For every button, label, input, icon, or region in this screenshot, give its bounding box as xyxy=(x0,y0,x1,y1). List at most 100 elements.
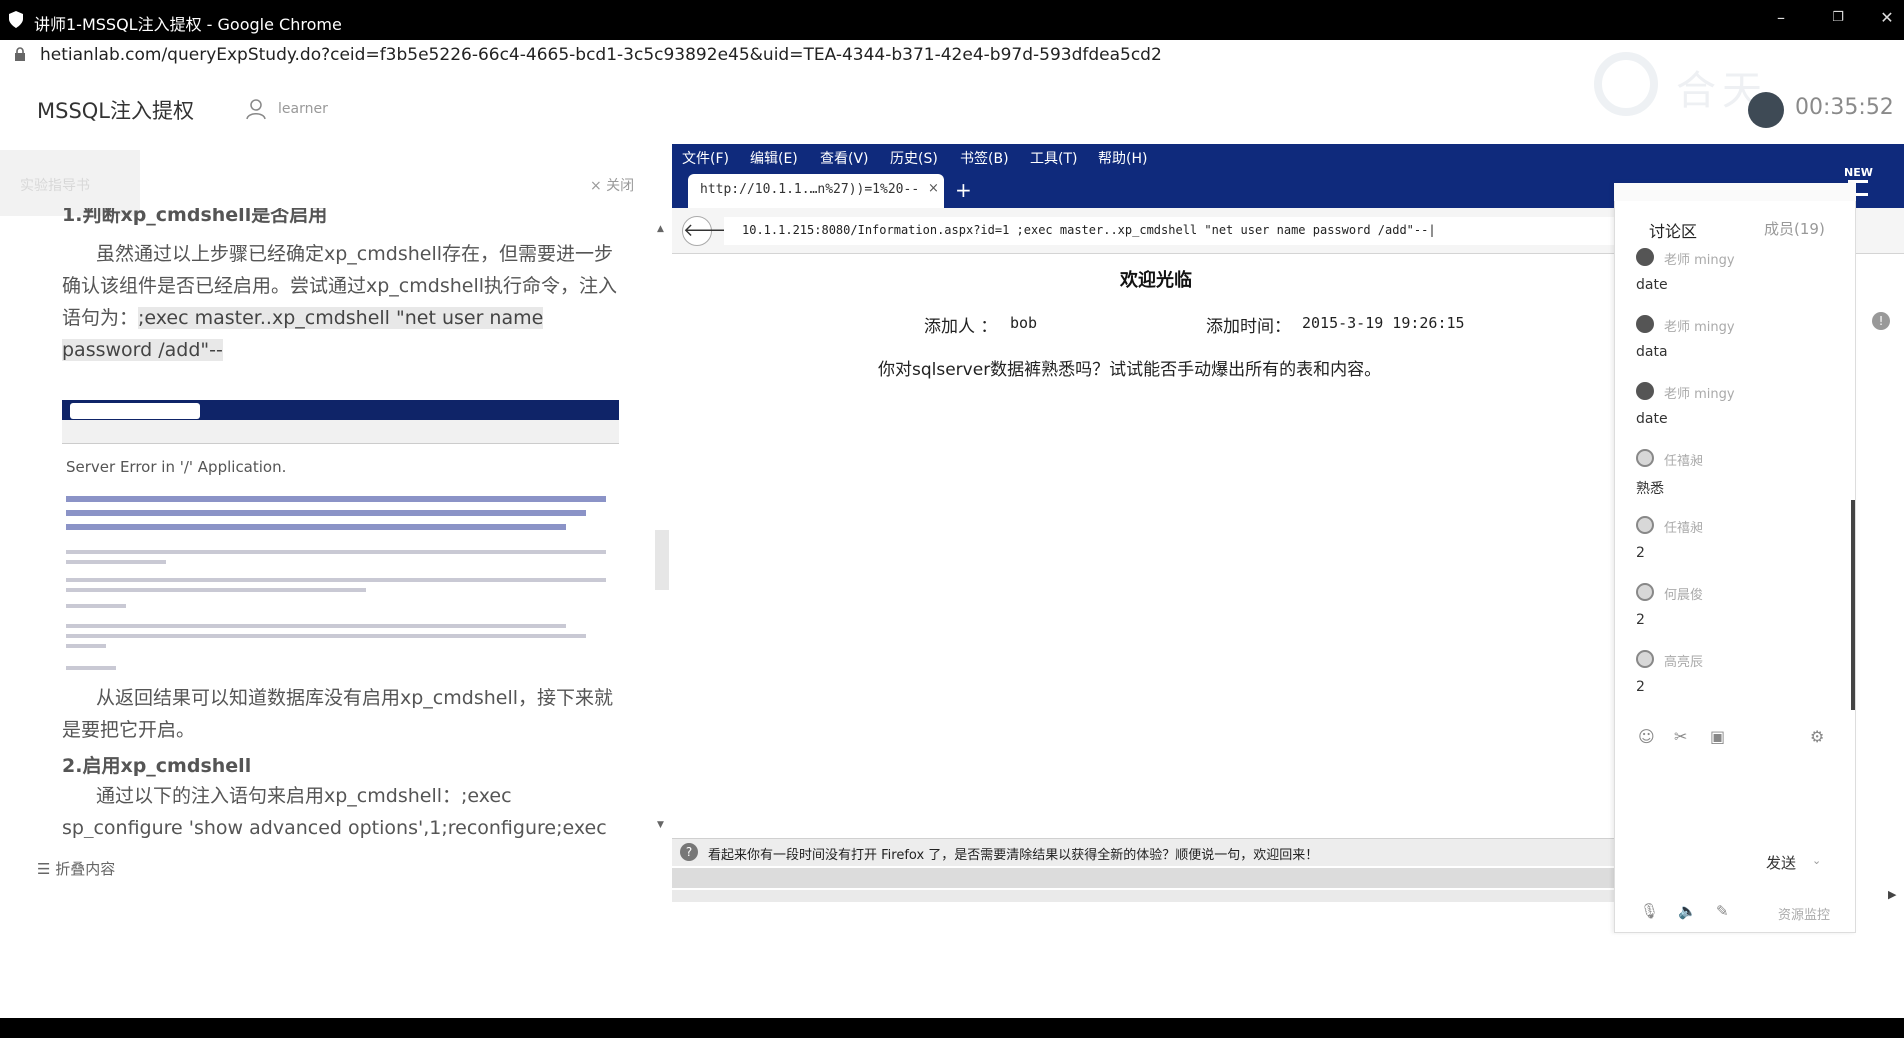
menu-file[interactable]: 文件(F) xyxy=(682,148,729,168)
discussion-members[interactable]: 成员(19) xyxy=(1764,218,1825,239)
settings-icon[interactable]: ⚙ xyxy=(1810,727,1824,746)
info-icon[interactable]: ! xyxy=(1872,312,1890,330)
scroll-down-arrow[interactable]: ▼ xyxy=(657,820,664,830)
doc-paragraph-2: 从返回结果可以知道数据库没有启用xp_cmdshell，接下来就是要把它开启。 xyxy=(62,687,614,741)
watermark-logo xyxy=(1594,52,1658,116)
section1-heading: 1.判断xp_cmdshell是否启用 xyxy=(62,208,328,226)
avatar xyxy=(1636,583,1654,601)
remote-menubar: 文件(F) 编辑(E) 查看(V) 历史(S) 书签(B) 工具(T) 帮助(H… xyxy=(672,144,1904,170)
clock-icon xyxy=(1748,92,1784,128)
page-question-text: 你对sqlserver数据裤熟悉吗？试试能否手动爆出所有的表和内容。 xyxy=(878,360,1382,380)
microphone-icon[interactable]: 🎙 xyxy=(1640,902,1659,920)
discussion-title[interactable]: 讨论区 xyxy=(1649,218,1697,242)
message-body: 熟悉 xyxy=(1636,481,1664,497)
notification-text: 看起来你有一段时间没有打开 Firefox 了，是否需要清除结果以获得全新的体验… xyxy=(708,848,1319,863)
shot-line xyxy=(66,644,106,648)
doc-embedded-screenshot: Server Error in '/' Application. xyxy=(62,400,619,680)
scissors-icon[interactable]: ✂ xyxy=(1674,727,1687,746)
page-welcome-heading: 欢迎光临 xyxy=(1120,270,1192,291)
remote-horizontal-scrollbar[interactable] xyxy=(672,890,1672,902)
message-body: 2 xyxy=(1636,545,1645,561)
avatar xyxy=(1636,650,1654,668)
question-icon: ? xyxy=(680,843,698,861)
course-title: MSSQL注入提权 xyxy=(37,99,195,123)
menu-edit[interactable]: 编辑(E) xyxy=(750,148,798,168)
menu-tools[interactable]: 工具(T) xyxy=(1030,148,1077,168)
message-body: 2 xyxy=(1636,612,1645,628)
avatar xyxy=(1636,449,1654,467)
user-icon xyxy=(246,99,266,120)
url-text[interactable]: hetianlab.com/queryExpStudy.do?ceid=f3b5… xyxy=(40,45,1162,65)
emoji-icon[interactable]: ☺ xyxy=(1638,727,1655,746)
message-body: date xyxy=(1636,411,1668,427)
shot-line xyxy=(66,666,116,670)
resource-monitor-link[interactable]: 资源监控 xyxy=(1778,904,1830,923)
close-window-button[interactable]: ✕ xyxy=(1872,8,1902,27)
shield-icon xyxy=(9,11,23,28)
shot-navbar xyxy=(62,420,619,444)
remote-url-text[interactable]: 10.1.1.215:8080/Information.aspx?id=1 ;e… xyxy=(742,223,1436,237)
discussion-panel xyxy=(1614,183,1856,933)
section2-heading: 2.启用xp_cmdshell xyxy=(62,755,252,777)
shot-titlebar xyxy=(62,400,619,420)
menu-help[interactable]: 帮助(H) xyxy=(1098,148,1147,168)
close-doc-button[interactable]: × 关闭 xyxy=(590,175,634,195)
scroll-up-arrow[interactable]: ▲ xyxy=(657,224,664,234)
doc-scrollbar[interactable] xyxy=(655,530,669,590)
time-label: 添加时间： xyxy=(1206,317,1291,337)
user-name: learner xyxy=(278,101,328,117)
adder-label: 添加人 ： xyxy=(924,317,998,337)
message-body: data xyxy=(1636,344,1668,360)
message-author: 老师 mingy xyxy=(1664,387,1735,402)
message-author: 老师 mingy xyxy=(1664,320,1735,335)
remote-tab-label: http://10.1.1.…n%27))=1%20-- xyxy=(700,182,920,197)
image-icon[interactable]: ▣ xyxy=(1710,727,1725,746)
shot-line xyxy=(66,624,566,628)
right-arrow-icon[interactable]: ▶ xyxy=(1888,888,1896,901)
menu-history[interactable]: 历史(S) xyxy=(890,148,938,168)
message-author: 老师 mingy xyxy=(1664,253,1735,268)
shot-line xyxy=(66,560,166,564)
lock-icon xyxy=(15,47,25,61)
shot-line xyxy=(66,604,126,608)
speaker-icon[interactable]: 🔈 xyxy=(1678,902,1697,920)
time-value: 2015-3-19 19:26:15 xyxy=(1302,314,1465,332)
remote-tab-close-icon[interactable]: × xyxy=(928,181,939,196)
session-timer: 00:35:52 xyxy=(1795,95,1894,120)
shot-line xyxy=(66,550,606,554)
new-tab-button[interactable]: + xyxy=(955,178,972,202)
shot-server-error: Server Error in '/' Application. xyxy=(66,458,287,476)
doc-paragraph-3: 通过以下的注入语句来启用xp_cmdshell：;exec sp_configu… xyxy=(62,785,607,838)
menu-bookmarks[interactable]: 书签(B) xyxy=(960,148,1009,168)
avatar xyxy=(1636,248,1654,266)
avatar xyxy=(1636,315,1654,333)
minimize-button[interactable]: – xyxy=(1766,8,1796,27)
discussion-topbar xyxy=(1614,183,1856,201)
adder-value: bob xyxy=(1010,314,1038,332)
chat-scrollbar[interactable] xyxy=(1851,500,1855,710)
shot-line xyxy=(66,524,566,530)
back-button[interactable]: 🡐 xyxy=(682,216,731,246)
shot-line xyxy=(66,578,606,582)
shot-line xyxy=(66,496,606,502)
message-author: 任禧昶 xyxy=(1664,521,1704,536)
bottom-band xyxy=(0,1018,1904,1038)
message-author: 何晨俊 xyxy=(1664,588,1704,603)
shot-line xyxy=(66,588,366,592)
avatar xyxy=(1636,382,1654,400)
doc-paragraph-1: 虽然通过以上步骤已经确定xp_cmdshell存在，但需要进一步确认该组件是否已… xyxy=(62,238,622,366)
fold-content-button[interactable]: ☰ 折叠内容 xyxy=(37,858,115,879)
avatar xyxy=(1636,516,1654,534)
message-body: date xyxy=(1636,277,1668,293)
tab-guide[interactable]: 实验指导书 xyxy=(0,150,140,216)
remote-taskbar xyxy=(672,868,1672,888)
shot-tab xyxy=(70,403,200,419)
mute-icon[interactable]: ✎ xyxy=(1716,902,1729,920)
send-button[interactable]: 发送 xyxy=(1766,852,1796,873)
window-titlebar: 讲师1-MSSQL注入提权 - Google Chrome – ❐ ✕ xyxy=(0,0,1904,40)
new-badge: NEW xyxy=(1844,166,1873,179)
restore-button[interactable]: ❐ xyxy=(1823,10,1853,25)
send-options-icon[interactable]: ⌄ xyxy=(1812,854,1821,867)
menu-view[interactable]: 查看(V) xyxy=(820,148,869,168)
window-title: 讲师1-MSSQL注入提权 - Google Chrome xyxy=(34,15,342,34)
